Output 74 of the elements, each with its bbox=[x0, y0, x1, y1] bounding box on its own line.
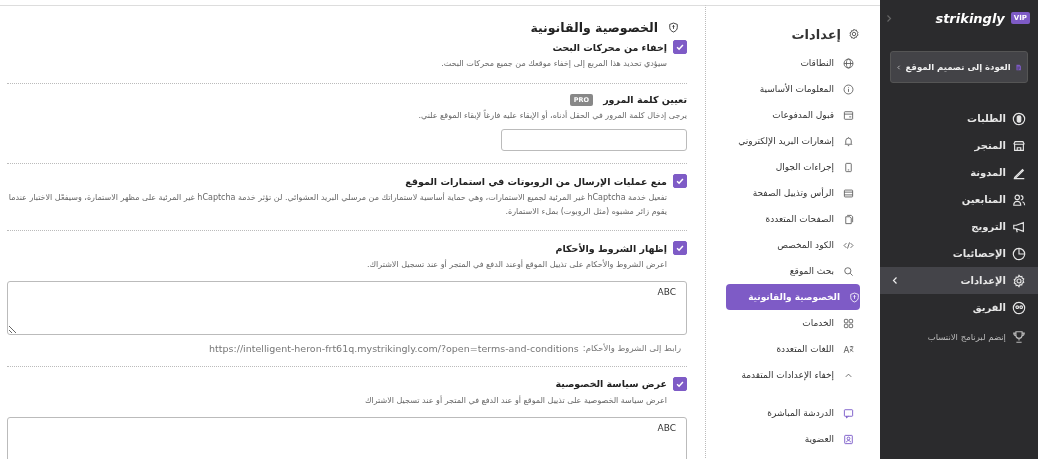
nav-item[interactable]: الإحصائيات bbox=[880, 240, 1038, 267]
menu-item[interactable]: الخصوصية والقانونية bbox=[726, 284, 860, 310]
menu-item[interactable]: بحث الموقع bbox=[726, 258, 860, 284]
mobile-icon bbox=[843, 161, 854, 173]
password-field[interactable] bbox=[501, 129, 687, 152]
nav-item[interactable]: إنضم لبرنامج الانتساب bbox=[880, 323, 1038, 350]
bell-icon bbox=[843, 135, 854, 147]
checkbox[interactable] bbox=[673, 174, 687, 189]
option-description: اعرض الشروط والأحكام على تذييل الموقع أوعند الدفع في المتجر أو عند تسجيل الاشتراك. bbox=[365, 258, 668, 272]
menu-item[interactable]: الصفحات المتعددة bbox=[726, 206, 860, 232]
trophy-icon bbox=[1012, 329, 1026, 344]
menu-item[interactable]: الكود المخصص bbox=[726, 232, 860, 258]
text-area[interactable]: ABC bbox=[7, 280, 687, 335]
settings-icon bbox=[1012, 273, 1026, 288]
nav-item[interactable]: المتجر bbox=[880, 132, 1038, 159]
chevron-icon bbox=[892, 276, 898, 285]
text-area[interactable]: ABC bbox=[7, 416, 687, 459]
option-description: سيؤدي تحديد هذا المربع إلى إخفاء موقعك من جميع محركات البحث. bbox=[440, 58, 668, 70]
settings-title: إعدادات bbox=[791, 26, 841, 42]
pie-chart-icon bbox=[1012, 246, 1026, 261]
menu-item[interactable]: النطاقات bbox=[726, 50, 860, 76]
code-icon bbox=[843, 239, 854, 251]
option-description: اعرض سياسة الخصوصية على تذييل الموقع أو عند الدفع في المتجر أو عند تسجيل الاشتراك bbox=[363, 394, 668, 407]
nav-item[interactable]: المدونة bbox=[880, 159, 1038, 186]
menu-item[interactable]: إشعارات البريد الإلكتروني bbox=[726, 128, 860, 154]
checkbox[interactable] bbox=[673, 241, 687, 256]
nav-item[interactable]: الطلبات bbox=[880, 105, 1038, 132]
menu-item[interactable]: إجراءات الجوال bbox=[726, 154, 860, 180]
chat-icon bbox=[843, 407, 854, 419]
menu-item[interactable]: المعلومات الأساسية bbox=[726, 76, 860, 102]
menu-item[interactable]: الخدمات bbox=[726, 310, 860, 336]
terms-url: https://intelligent-heron-frt61q.mystrikingly.com/?open=terms-and-conditions bbox=[209, 342, 579, 354]
menu-item[interactable]: قبول المدفوعات bbox=[726, 102, 860, 128]
option-label: عرض سياسة الخصوصية bbox=[555, 378, 667, 390]
membership-icon bbox=[843, 433, 854, 445]
check-icon bbox=[675, 243, 685, 254]
people-icon bbox=[1012, 192, 1026, 207]
search-icon bbox=[843, 265, 854, 277]
link-label: رابط إلى الشروط والأحكام: bbox=[582, 342, 681, 354]
menu-item[interactable]: الرأس وتذييل الصفحة bbox=[726, 180, 860, 206]
nav-item[interactable]: الترويج bbox=[880, 213, 1038, 240]
store-icon bbox=[1012, 138, 1026, 153]
page-title: الخصوصية والقانونية bbox=[530, 20, 658, 35]
option-label: إخفاء من محركات البحث bbox=[552, 41, 667, 53]
menu-item[interactable]: العضوية bbox=[726, 426, 860, 452]
check-icon bbox=[675, 176, 685, 187]
option-label: تعيين كلمة المرور bbox=[603, 94, 687, 106]
checkbox[interactable] bbox=[673, 376, 687, 391]
advanced-toggle[interactable]: إخفاء الإعدادات المتقدمة bbox=[726, 362, 860, 388]
option-description: تفعيل خدمة hCaptcha غير المرئية لجميع الاستمارات، وهي حماية أساسية لاستماراتك من مرسلي البريد العشوائي. لن تؤثر خدمة hCaptcha غير المرئية على مظهر الاستمارة، وسيفعّل الاختبار عندما يقوم زائر مشبوه (مثل الروبوت) بملء الاستمارة. bbox=[7, 191, 668, 218]
nav-item[interactable]: الإعدادات bbox=[880, 267, 1038, 294]
nav-item[interactable]: الفريق bbox=[880, 294, 1038, 321]
check-icon bbox=[675, 42, 685, 52]
chevron-icon[interactable] bbox=[886, 13, 892, 23]
shield-icon bbox=[849, 291, 860, 303]
shield-icon bbox=[668, 22, 679, 33]
option-label: إظهار الشروط والأحكام bbox=[555, 242, 667, 254]
option-description: يرجى إدخال كلمة المرور في الحقل أدناه، أو الإبقاء عليه فارغاً لإبقاء الموقع علني. bbox=[417, 108, 687, 122]
translate-icon bbox=[843, 343, 854, 355]
globe-icon bbox=[843, 57, 854, 69]
megaphone-icon bbox=[1012, 219, 1026, 234]
grid-icon bbox=[843, 317, 854, 329]
menu-item[interactable]: الدردشة المباشرة bbox=[726, 400, 860, 426]
info-icon bbox=[843, 83, 854, 95]
option-label: منع عمليات الإرسال من الروبوتات في استمارات الموقع bbox=[405, 175, 667, 187]
checkbox[interactable] bbox=[673, 40, 687, 54]
pages-icon bbox=[843, 213, 854, 225]
settings-icon bbox=[848, 28, 860, 40]
nav-item[interactable]: المتابعين bbox=[880, 186, 1038, 213]
back-to-design-button[interactable]: العودة إلى تصميم الموقع bbox=[890, 51, 1028, 83]
payment-icon bbox=[843, 109, 854, 121]
logo-text: strikingly bbox=[935, 10, 1005, 26]
menu-item[interactable]: اللغات المتعددة bbox=[726, 336, 860, 362]
layout-icon bbox=[843, 187, 854, 199]
